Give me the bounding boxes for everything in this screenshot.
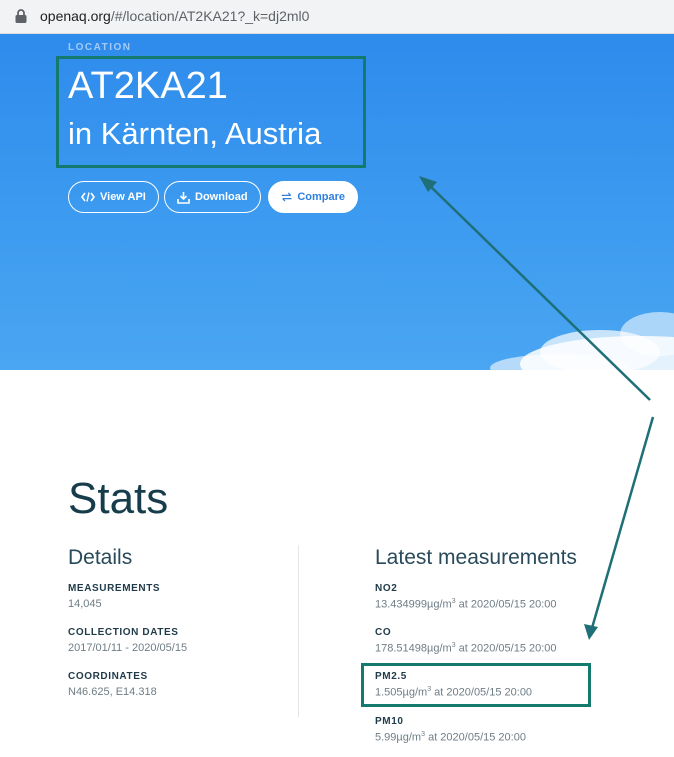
co-time: at 2020/05/15 20:00	[455, 642, 557, 655]
details-heading: Details	[68, 546, 133, 569]
view-api-label: View API	[100, 191, 146, 203]
download-button[interactable]: Download	[164, 181, 261, 213]
url-text: openaq.org/#/location/AT2KA21?_k=dj2ml0	[40, 8, 309, 24]
measurements-label: MEASUREMENTS	[68, 583, 161, 594]
pm10-label: PM10	[375, 716, 404, 727]
compare-label: Compare	[297, 191, 345, 203]
no2-label: NO2	[375, 583, 398, 594]
unit: µg/m	[427, 598, 452, 611]
location-eyebrow: LOCATION	[68, 42, 132, 53]
co-label: CO	[375, 627, 392, 638]
latest-measurements-heading: Latest measurements	[375, 546, 577, 569]
co-amount: 178.51498	[375, 642, 427, 655]
arrowhead-down-icon	[584, 624, 598, 640]
download-icon	[177, 191, 190, 204]
no2-time: at 2020/05/15 20:00	[455, 598, 557, 611]
url-path: /#/location/AT2KA21?_k=dj2ml0	[110, 8, 310, 24]
collection-dates-label: COLLECTION DATES	[68, 627, 179, 638]
coordinates-label: COORDINATES	[68, 671, 148, 682]
co-value: 178.51498µg/m3 at 2020/05/15 20:00	[375, 642, 557, 655]
pm10-amount: 5.99	[375, 731, 397, 744]
download-label: Download	[195, 191, 248, 203]
coordinates-value: N46.625, E14.318	[68, 686, 157, 698]
no2-value: 13.434999µg/m3 at 2020/05/15 20:00	[375, 598, 557, 611]
collection-dates-value: 2017/01/11 - 2020/05/15	[68, 642, 188, 654]
view-api-button[interactable]: View API	[68, 181, 159, 213]
measurements-value: 14,045	[68, 598, 102, 610]
pm25-highlight-box	[361, 663, 591, 707]
url-host: openaq.org	[40, 8, 111, 24]
pm10-time: at 2020/05/15 20:00	[425, 731, 526, 744]
stats-title: Stats	[68, 474, 169, 523]
unit: µg/m	[396, 731, 422, 744]
pm10-value: 5.99µg/m3 at 2020/05/15 20:00	[375, 731, 526, 744]
lock-icon	[15, 9, 27, 23]
location-hero: LOCATION AT2KA21 in Kärnten, Austria Vie…	[0, 34, 674, 370]
title-highlight-box	[56, 56, 366, 168]
column-divider	[298, 545, 299, 717]
no2-amount: 13.434999	[375, 598, 427, 611]
code-icon	[81, 192, 95, 202]
address-bar[interactable]: openaq.org/#/location/AT2KA21?_k=dj2ml0	[0, 0, 674, 34]
unit: µg/m	[427, 642, 452, 655]
swap-arrows-icon	[281, 192, 292, 202]
compare-button[interactable]: Compare	[268, 181, 358, 213]
annotation-arrow-down	[590, 416, 655, 629]
